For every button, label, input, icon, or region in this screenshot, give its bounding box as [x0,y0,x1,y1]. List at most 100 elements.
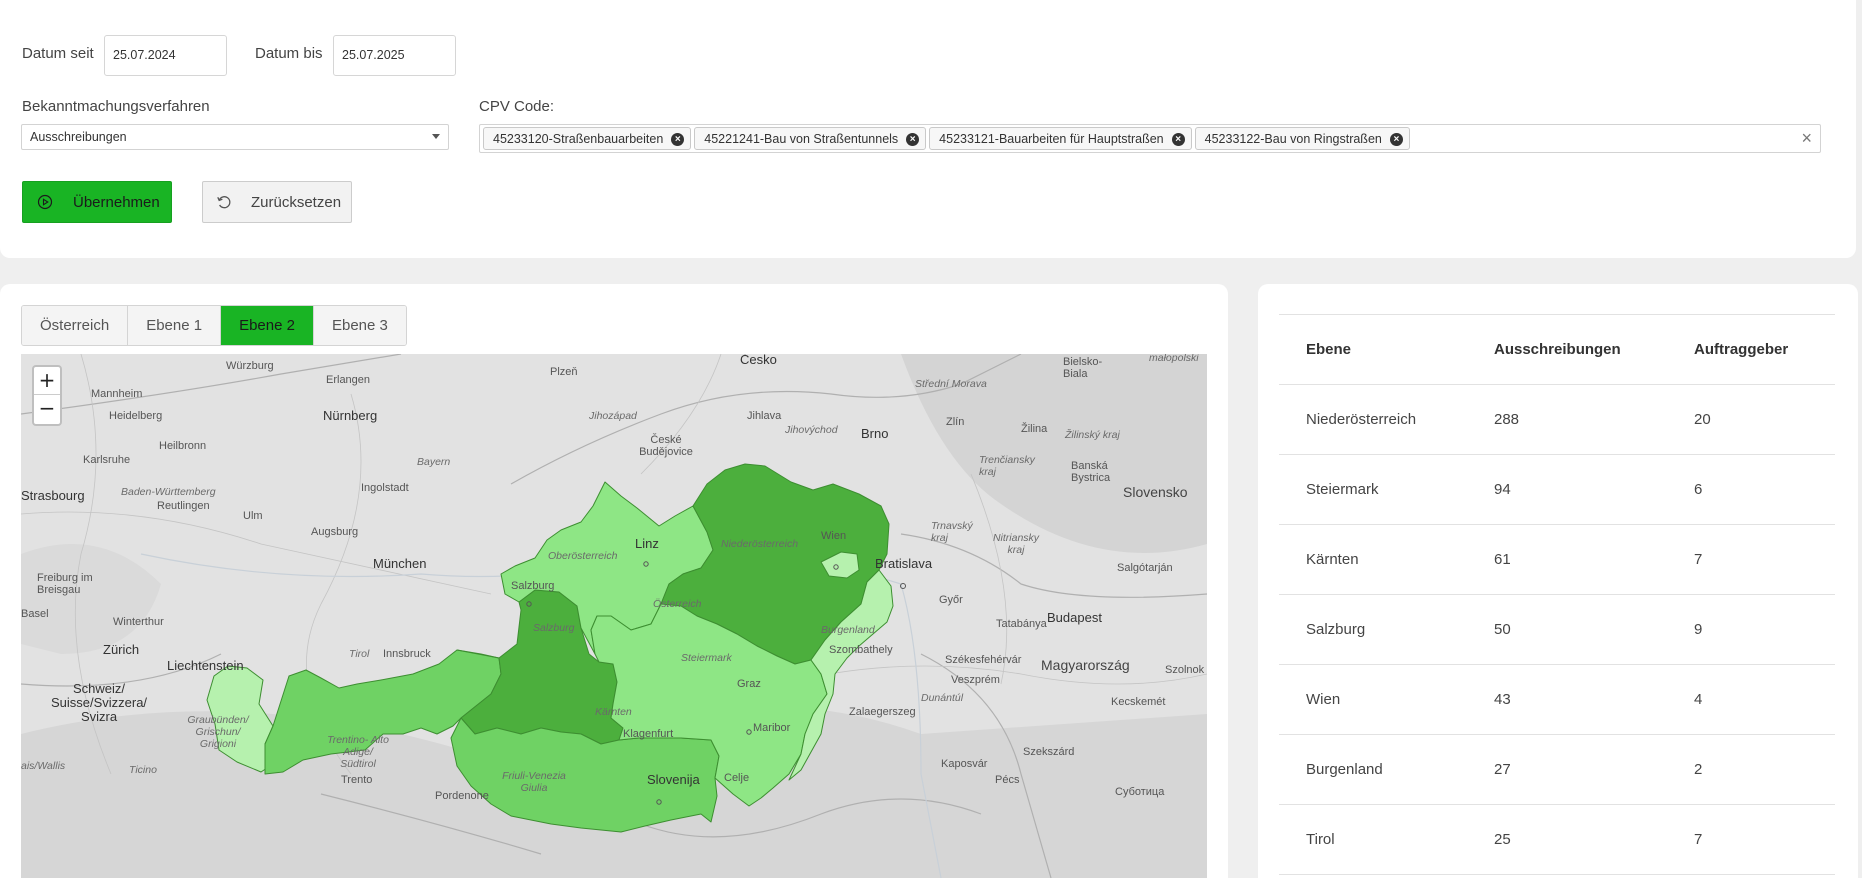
map-label: Jihlava [747,410,782,422]
map-label: Steiermark [681,652,732,664]
remove-tag-icon[interactable]: × [1171,133,1185,146]
map-label: Nitriansky kraj [992,532,1040,556]
date-from-input[interactable]: 25.07.2024 [104,35,227,76]
apply-button-label: Übernehmen [73,193,160,211]
column-header-ebene[interactable]: Ebene [1279,314,1467,385]
reset-icon [217,196,231,209]
map-label: Budapest [1047,610,1102,625]
cell-ebene: Wien [1279,664,1467,735]
map-label: Salgótarján [1117,562,1173,574]
cell-auftraggeber: 9 [1667,594,1835,665]
cell-ebene: Steiermark [1279,454,1467,525]
map-label: Linz [635,536,659,551]
map-label: Schweiz/ Suisse/Svizzera/ Svizra [50,681,148,724]
map-label: Szekszárd [1023,746,1075,758]
cell-ebene: Burgenland [1279,734,1467,805]
map-label: Graz [737,678,761,690]
cell-auftraggeber: 7 [1667,524,1835,595]
cpv-tag: 45233122-Bau von Ringstraßen × [1194,127,1410,150]
column-header-ausschreibungen[interactable]: Ausschreibungen [1467,314,1667,385]
map-label: Zalaegerszeg [849,706,916,718]
cpv-tag: 45233121-Bauarbeiten für Hauptstraßen × [929,127,1192,150]
map-label: Trento [341,774,373,786]
cpv-tag: 45233120-Straßenbauarbeiten × [483,127,692,150]
cell-ausschreibungen: 43 [1467,664,1667,735]
map-label: Zlín [946,416,965,428]
column-header-auftraggeber[interactable]: Auftraggeber [1667,314,1835,385]
cell-ausschreibungen: 25 [1467,804,1667,875]
map-label: Tirol [349,648,370,660]
zoom-control: + − [32,365,62,426]
table-row[interactable]: Wien 43 4 [1279,664,1835,735]
zoom-in-button[interactable]: + [34,367,60,395]
cell-ebene: Kärnten [1279,524,1467,595]
cpv-tag-label: 45233121-Bauarbeiten für Hauptstraßen [939,132,1164,146]
cell-ausschreibungen: 50 [1467,594,1667,665]
caret-down-icon [432,134,440,139]
map-label: Trnavský kraj [931,520,973,544]
apply-button[interactable]: Übernehmen [22,181,172,223]
map-view[interactable]: Česko Würzburg Erlangen Plzeň Mannheim N… [21,354,1207,878]
procedure-label: Bekanntmachungsverfahren [22,98,210,115]
clear-all-icon[interactable]: × [1801,129,1812,147]
map-label: Kecskemét [1111,696,1166,708]
remove-tag-icon[interactable]: × [671,133,685,146]
map-label: Ulm [243,510,263,522]
map-label: Szolnok [1165,664,1205,676]
map-label: Österreich [653,598,702,610]
map-label: Ingolstadt [361,482,409,494]
remove-tag-icon[interactable]: × [906,133,920,146]
map-label: České Budějovice [639,434,693,458]
map-label: Augsburg [311,526,359,538]
map-label: Salzburg [511,580,555,592]
map-label: Graubünden/ Grischun/ Grigioni [187,714,249,750]
map-label: Mannheim [91,388,143,400]
tab-ebene-2[interactable]: Ebene 2 [221,306,314,345]
map-label: Oberösterreich [548,550,618,562]
map-label: Celje [724,772,750,784]
cpv-label: CPV Code: [479,98,555,115]
remove-tag-icon[interactable]: × [1389,133,1403,146]
map-label: Jihovýchod [785,424,838,436]
table-row[interactable]: Salzburg 50 9 [1279,594,1835,665]
zoom-out-button[interactable]: − [34,395,60,423]
map-label: Střední Morava [915,378,987,390]
map-label: małopolski [1149,354,1199,364]
tab-ebene-3[interactable]: Ebene 3 [313,306,406,345]
filter-panel: Datum seit 25.07.2024 Datum bis 25.07.20… [0,0,1856,258]
cell-ausschreibungen: 61 [1467,524,1667,595]
date-to-input[interactable]: 25.07.2025 [333,35,456,76]
cpv-tag: 45221241-Bau von Straßentunnels × [694,127,927,150]
map-label: Dunántúl [921,692,964,704]
map-label: Veszprém [951,674,1000,686]
map-label: Brno [861,426,889,441]
tab-osterreich[interactable]: Österreich [22,306,129,345]
tab-ebene-1[interactable]: Ebene 1 [128,306,222,345]
map-label: Győr [939,594,963,606]
map-label: Pécs [995,774,1020,786]
cell-auftraggeber: 4 [1667,664,1835,735]
table-panel: Ebene Ausschreibungen Auftraggeber Niede… [1258,284,1858,878]
map-label: München [373,556,427,571]
map-label: Basel [21,608,49,620]
cpv-tag-label: 45233122-Bau von Ringstraßen [1204,132,1382,146]
cell-auftraggeber: 20 [1667,384,1835,455]
procedure-select[interactable]: Ausschreibungen [21,124,449,150]
table-row[interactable]: Tirol 25 7 [1279,804,1835,875]
table-row[interactable]: Steiermark 94 6 [1279,454,1835,525]
cell-ebene: Niederösterreich [1279,384,1467,455]
cpv-multiselect[interactable]: 45233120-Straßenbauarbeiten × 45221241-B… [479,124,1821,153]
table-row[interactable]: Kärnten 61 7 [1279,524,1835,595]
map-label: Bielsko-Biala [1063,356,1103,380]
table-header-row: Ebene Ausschreibungen Auftraggeber [1279,314,1835,385]
reset-button[interactable]: Zurücksetzen [202,181,352,223]
table-row[interactable]: Niederösterreich 288 20 [1279,384,1835,455]
map-label: Ticino [129,764,157,776]
map-label: Strasbourg [21,488,85,503]
table-row[interactable]: Burgenland 27 2 [1279,734,1835,805]
map-label: Innsbruck [383,648,431,660]
map-label: Heilbronn [159,440,207,452]
level-tabs: Österreich Ebene 1 Ebene 2 Ebene 3 [21,305,407,346]
play-circle-icon [37,194,53,210]
cell-ebene: Salzburg [1279,594,1467,665]
